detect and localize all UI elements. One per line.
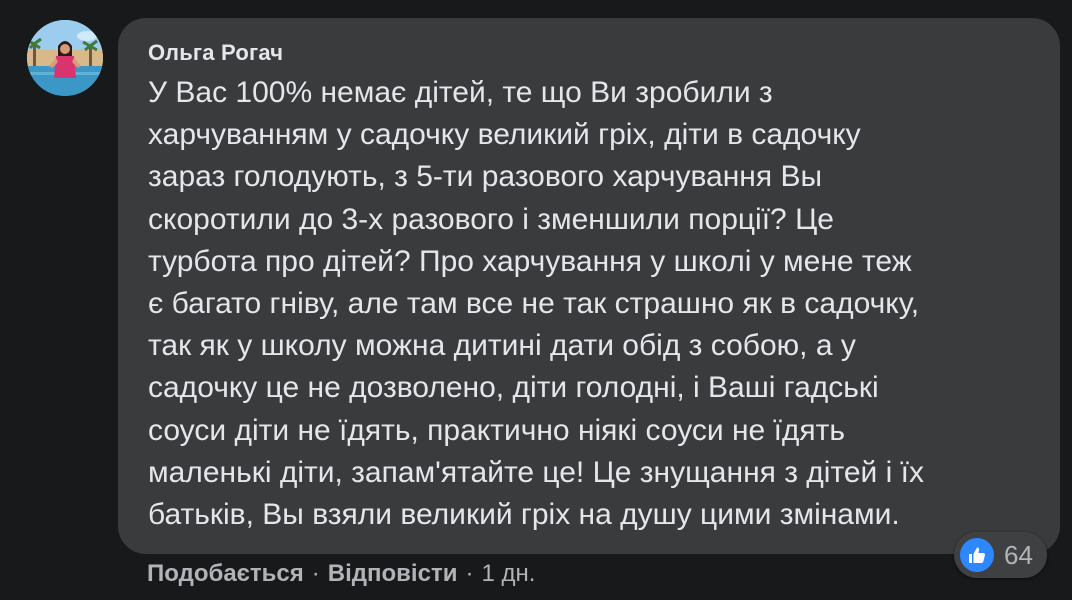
comment-actions: Подобається · Відповісти · 1 дн. (147, 560, 535, 588)
comment-timestamp[interactable]: 1 дн. (481, 560, 535, 588)
reaction-count: 64 (1004, 539, 1033, 570)
like-icon (960, 538, 994, 572)
reaction-summary[interactable]: 64 (954, 532, 1047, 578)
like-button[interactable]: Подобається (147, 560, 304, 588)
separator-dot: · (465, 560, 474, 587)
comment-author-name[interactable]: Ольга Рогач (148, 40, 283, 66)
avatar-photo (27, 20, 103, 96)
separator-dot: · (311, 560, 320, 587)
avatar[interactable] (27, 20, 103, 96)
comment-text: У Вас 100% немає дітей, те що Ви зробили… (148, 76, 924, 532)
reply-button[interactable]: Відповісти (328, 560, 458, 588)
